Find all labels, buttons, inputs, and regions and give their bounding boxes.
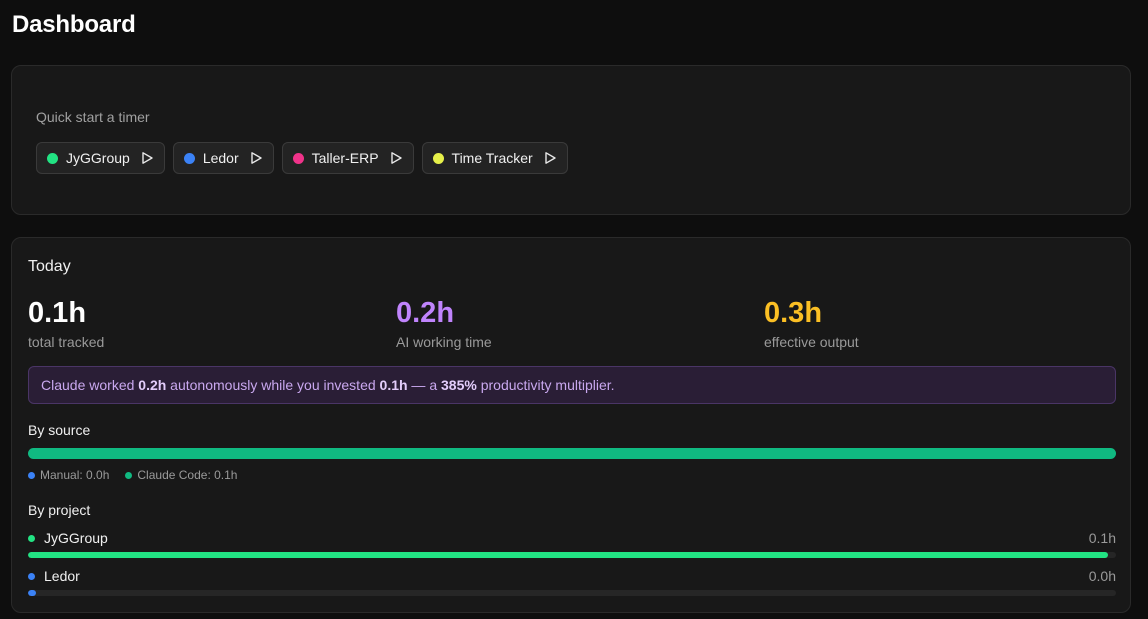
quick-start-jyggroup-button[interactable]: JyGGroup — [36, 142, 165, 174]
stat-ai-working-time: 0.2h AI working time — [396, 298, 492, 350]
project-progress-fill — [28, 590, 36, 596]
banner-text: Claude worked — [41, 377, 139, 393]
banner-ai-hours: 0.2h — [138, 377, 167, 393]
by-source-title: By source — [28, 422, 91, 438]
quick-start-ledor-button[interactable]: Ledor — [172, 142, 274, 174]
project-progress-fill — [28, 552, 1109, 558]
project-row-jyggroup: JyGGroup 0.1h — [28, 530, 1116, 558]
quick-start-label: Quick start a timer — [36, 109, 150, 125]
project-name: JyGGroup — [44, 530, 108, 546]
productivity-banner: Claude worked 0.2h autonomously while yo… — [28, 366, 1116, 404]
today-title: Today — [28, 258, 71, 275]
stat-value: 0.1h — [28, 297, 87, 329]
legend-dot — [28, 471, 35, 479]
banner-manual-hours: 0.1h — [379, 377, 408, 393]
today-card: Today 0.1h total tracked 0.2h AI working… — [11, 237, 1131, 613]
legend-item-claude-code: Claude Code: 0.1h — [125, 468, 237, 482]
chip-label: Time Tracker — [451, 150, 533, 166]
stat-label: effective output — [764, 334, 859, 350]
stat-value: 0.3h — [764, 297, 823, 329]
stat-label: total tracked — [28, 334, 105, 350]
banner-text: autonomously while you invested — [166, 377, 380, 393]
project-progress-track — [28, 552, 1116, 558]
by-project-title: By project — [28, 502, 91, 518]
stat-value: 0.2h — [396, 297, 455, 329]
project-color-dot — [47, 152, 58, 164]
legend-label: Claude Code: 0.1h — [137, 468, 238, 482]
source-bar-claude-code — [28, 448, 1116, 459]
chip-label: JyGGroup — [66, 150, 130, 166]
legend-item-manual: Manual: 0.0h — [28, 468, 109, 482]
banner-text: productivity multiplier. — [476, 377, 615, 393]
play-icon — [140, 151, 154, 165]
project-color-dot — [292, 152, 304, 164]
quick-start-card: Quick start a timer JyGGroup Ledor Talle… — [11, 65, 1131, 215]
stat-label: AI working time — [396, 334, 492, 350]
banner-text: — a — [407, 377, 442, 393]
play-icon — [543, 151, 557, 165]
chip-label: Ledor — [202, 150, 239, 166]
project-color-dot — [183, 152, 195, 164]
source-bar — [28, 448, 1116, 459]
page-title: Dashboard — [12, 11, 136, 38]
banner-multiplier: 385% — [441, 377, 477, 393]
play-icon — [249, 151, 263, 165]
project-row-ledor: Ledor 0.0h — [28, 568, 1116, 596]
quick-start-taller-erp-button[interactable]: Taller-ERP — [281, 142, 414, 174]
project-hours: 0.1h — [1088, 530, 1116, 546]
legend-label: Manual: 0.0h — [40, 468, 110, 482]
project-name: Ledor — [44, 568, 80, 584]
project-progress-track — [28, 590, 1116, 596]
stat-effective-output: 0.3h effective output — [764, 298, 859, 350]
source-legend: Manual: 0.0h Claude Code: 0.1h — [28, 468, 237, 482]
quick-start-chips: JyGGroup Ledor Taller-ERP Time Tracker — [36, 142, 568, 174]
quick-start-time-tracker-button[interactable]: Time Tracker — [421, 142, 568, 174]
legend-dot — [125, 471, 133, 479]
project-color-dot — [28, 534, 35, 542]
project-color-dot — [432, 152, 444, 164]
project-hours: 0.0h — [1088, 568, 1116, 584]
play-icon — [389, 151, 403, 165]
chip-label: Taller-ERP — [311, 150, 379, 166]
stat-total-tracked: 0.1h total tracked — [28, 298, 104, 350]
project-color-dot — [28, 572, 35, 580]
